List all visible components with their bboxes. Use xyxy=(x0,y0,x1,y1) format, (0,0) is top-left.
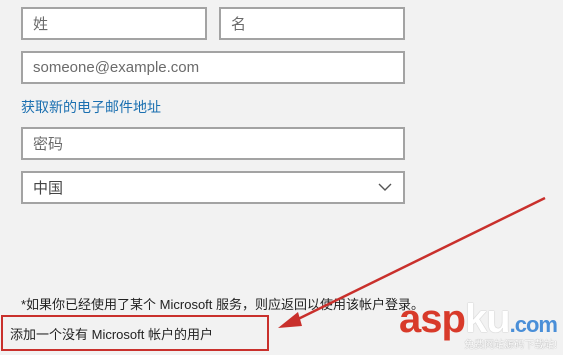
region-selected-value: 中国 xyxy=(33,180,64,197)
email-placeholder: someone@example.com xyxy=(33,59,200,76)
region-select[interactable]: 中国 xyxy=(21,171,405,204)
password-placeholder: 密码 xyxy=(33,136,64,153)
watermark-brand-asp: asp xyxy=(399,297,466,341)
get-new-email-link[interactable]: 获取新的电子邮件地址 xyxy=(21,97,161,117)
last-name-placeholder: 名 xyxy=(231,16,247,33)
email-field[interactable]: someone@example.com xyxy=(21,51,405,84)
existing-account-note: *如果你已经使用了某个 Microsoft 服务，则应返回以使用该帐户登录。 xyxy=(21,297,425,312)
watermark-brand-ku: ku xyxy=(464,297,511,341)
watermark-logo: aspku.com 免费网站源码下载站! xyxy=(387,297,558,351)
watermark-tagline: 免费网站源码下载站! xyxy=(464,340,557,351)
chevron-down-icon xyxy=(377,180,393,196)
password-field[interactable]: 密码 xyxy=(21,127,405,160)
watermark-brand-tld: .com xyxy=(509,312,558,337)
first-name-field[interactable]: 姓 xyxy=(21,7,207,40)
first-name-placeholder: 姓 xyxy=(33,16,49,33)
add-user-without-account-label: 添加一个没有 Microsoft 帐户的用户 xyxy=(10,326,213,342)
add-user-without-account-link[interactable]: 添加一个没有 Microsoft 帐户的用户 xyxy=(1,315,269,351)
last-name-field[interactable]: 名 xyxy=(219,7,405,40)
